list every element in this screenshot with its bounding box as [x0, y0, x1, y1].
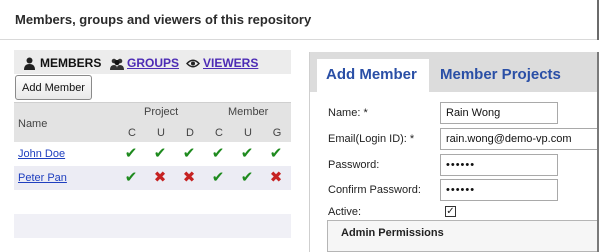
tab-members[interactable]: MEMBERS [23, 55, 101, 71]
email-field[interactable]: rain.wong@demo-vp.com [440, 128, 599, 150]
column-header-project-d: D [186, 127, 194, 139]
eye-icon [186, 57, 200, 70]
email-label: Email(Login ID): * [328, 133, 415, 145]
check-icon[interactable]: ✔ [239, 170, 255, 186]
column-group-project: Project [144, 106, 179, 118]
add-member-button[interactable]: Add Member [15, 75, 92, 100]
tab-member-projects[interactable]: Member Projects [440, 66, 561, 83]
check-icon[interactable]: ✔ [210, 170, 226, 186]
column-header-member-u: U [244, 127, 252, 139]
active-checkbox[interactable]: ✓ [445, 206, 456, 217]
confirm-password-label: Confirm Password: [328, 184, 421, 196]
table-empty-row [14, 214, 291, 238]
cross-icon[interactable]: ✖ [152, 170, 168, 186]
name-label: Name: * [328, 107, 368, 119]
tab-groups[interactable]: GROUPS [110, 55, 179, 71]
column-header-project-c: C [128, 127, 136, 139]
members-tab-bar: MEMBERS GROUPS VIEWERS [14, 50, 291, 74]
page-header: Members, groups and viewers of this repo… [0, 0, 599, 40]
password-field[interactable]: •••••• [440, 154, 558, 176]
column-header-project-u: U [157, 127, 165, 139]
check-icon[interactable]: ✔ [152, 146, 168, 162]
admin-permissions-title: Admin Permissions [341, 227, 444, 239]
table-header: Name Project Member C U D C U G [14, 102, 291, 142]
check-icon[interactable]: ✔ [123, 170, 139, 186]
cross-icon[interactable]: ✖ [268, 170, 284, 186]
check-icon[interactable]: ✔ [239, 146, 255, 162]
tab-add-member[interactable]: Add Member [317, 59, 429, 92]
check-icon[interactable]: ✔ [181, 146, 197, 162]
password-label: Password: [328, 159, 380, 171]
active-label: Active: [328, 206, 362, 218]
name-field[interactable]: Rain Wong [440, 102, 558, 124]
add-member-form: Name: * Rain Wong Email(Login ID): * rai… [310, 92, 599, 252]
tab-members-label: MEMBERS [40, 56, 102, 70]
check-icon[interactable]: ✔ [123, 146, 139, 162]
cross-icon[interactable]: ✖ [181, 170, 197, 186]
tab-groups-label: GROUPS [127, 56, 180, 70]
page-title: Members, groups and viewers of this repo… [15, 12, 312, 27]
column-group-member: Member [228, 106, 269, 118]
column-header-member-g: G [272, 127, 282, 139]
member-detail-panel: Add Member Member Projects Name: * Rain … [309, 52, 599, 252]
detail-tab-bar: Add Member Member Projects [310, 52, 599, 92]
user-icon [23, 57, 36, 70]
member-name-link[interactable]: John Doe [18, 148, 65, 160]
table-row: John Doe ✔ ✔ ✔ ✔ ✔ ✔ [14, 142, 291, 166]
confirm-password-field[interactable]: •••••• [440, 179, 558, 201]
members-table: Name Project Member C U D C U G John Doe… [14, 102, 291, 190]
group-icon [110, 57, 124, 70]
admin-permissions-section: Admin Permissions [327, 220, 599, 252]
tab-viewers-label: VIEWERS [203, 56, 259, 70]
column-header-name: Name [18, 118, 48, 130]
members-panel: MEMBERS GROUPS VIEWERS Add Member Name P… [14, 48, 294, 252]
member-name-link[interactable]: Peter Pan [18, 172, 67, 184]
column-header-member-c: C [215, 127, 223, 139]
tab-viewers[interactable]: VIEWERS [186, 55, 258, 71]
check-icon[interactable]: ✔ [268, 146, 284, 162]
table-row: Peter Pan ✔ ✖ ✖ ✔ ✔ ✖ [14, 166, 291, 190]
check-icon[interactable]: ✔ [210, 146, 226, 162]
